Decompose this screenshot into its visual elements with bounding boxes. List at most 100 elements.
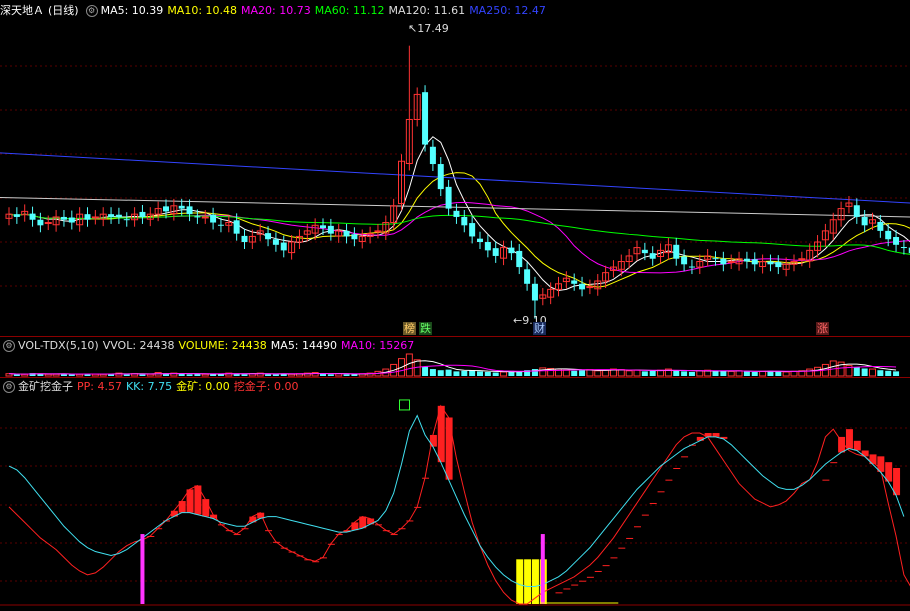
pp-bar — [649, 502, 657, 504]
marker-fall[interactable]: 跌 — [419, 322, 432, 335]
volume-bar — [13, 374, 20, 376]
volume-bar — [743, 371, 750, 376]
pp-bar — [712, 433, 720, 437]
candle-body — [477, 238, 483, 243]
candle-body — [461, 216, 468, 226]
volume-bar — [571, 370, 578, 376]
pp-bar — [406, 520, 414, 522]
candle-body — [84, 214, 91, 220]
legend-vol-ma10: MA10: 15267 — [341, 339, 415, 352]
candle-body — [44, 222, 52, 225]
chart-canvas[interactable] — [0, 0, 910, 611]
candle-body — [767, 261, 774, 265]
volume-bar — [429, 369, 436, 376]
pp-bar — [571, 584, 579, 586]
volume-bar — [562, 369, 570, 377]
volume-bar — [44, 373, 52, 377]
candle-body — [233, 220, 240, 234]
candle-body — [484, 242, 491, 251]
legend-volume: VOLUME: 24438 — [178, 339, 267, 352]
digger-indicator[interactable] — [0, 399, 910, 606]
stock-chart-window[interactable]: 深天地Ａ (日线) ⚙ MA5: 10.39 MA10: 10.48 MA20: 10.7… — [0, 0, 910, 611]
candle-body — [798, 258, 806, 261]
pp-bar — [822, 479, 830, 481]
candle-body — [422, 92, 429, 145]
volume-bar — [885, 370, 892, 376]
volume-bar — [869, 368, 876, 377]
pp-bar — [626, 537, 634, 539]
volume-bar — [52, 373, 60, 377]
candle-body — [775, 262, 782, 268]
candle-body — [327, 225, 334, 234]
marker-finance[interactable]: 财 — [533, 322, 546, 335]
candle-body — [68, 217, 75, 223]
candle-body — [210, 214, 217, 223]
volume-bar — [720, 371, 727, 376]
candle-body — [893, 237, 900, 245]
volume-bar — [602, 369, 610, 377]
candle-body — [163, 206, 169, 212]
volume-bar — [579, 370, 586, 376]
legend-pp: PP: 4.57 — [77, 380, 122, 393]
volume-bar — [437, 370, 444, 376]
settings-icon[interactable]: ⚙ — [3, 381, 15, 393]
pp-bar — [555, 592, 563, 594]
candle-body — [853, 205, 860, 217]
volume-bar — [265, 374, 272, 376]
volume-bar — [288, 373, 296, 377]
candle-body — [194, 216, 201, 218]
gold-bar — [524, 559, 532, 604]
candle-body — [29, 213, 36, 220]
digger-title[interactable]: 金矿挖金子 — [18, 380, 73, 393]
legend-vvol: VVOL: 24438 — [102, 339, 175, 352]
marker-rise[interactable]: 涨 — [816, 322, 829, 335]
pp-bar — [641, 514, 649, 516]
stock-name[interactable]: 深天地Ａ — [0, 4, 44, 17]
candle-body — [861, 216, 868, 226]
ma250-line — [0, 152, 910, 204]
volume-bar — [641, 371, 648, 376]
pp-bar — [202, 499, 210, 517]
volume-bar — [759, 370, 767, 377]
candle-body — [108, 214, 115, 217]
volume-bar — [853, 367, 860, 376]
pp-bar — [602, 565, 610, 567]
candlesticks[interactable] — [5, 45, 910, 319]
volume-ma5-line — [8, 360, 897, 375]
volume-bar — [445, 369, 452, 376]
candle-body — [217, 224, 224, 226]
marker-rank[interactable]: 榜 — [403, 322, 416, 335]
stock-period[interactable]: (日线) — [48, 4, 79, 17]
volume-bar — [751, 371, 758, 376]
legend-ma5: MA5: 10.39 — [100, 4, 164, 17]
gold-bar — [516, 559, 524, 604]
digger-legend: ⚙ 金矿挖金子 PP: 4.57 KK: 7.75 金矿: 0.00 挖金子: 0.00 — [0, 378, 303, 396]
candle-body — [429, 146, 436, 165]
volume-bar — [453, 371, 460, 376]
candle-body — [727, 261, 735, 264]
candle-body — [123, 219, 130, 221]
candle-body — [437, 164, 444, 190]
settings-icon[interactable]: ⚙ — [3, 340, 15, 352]
candle-body — [516, 250, 523, 268]
volume-bars[interactable] — [5, 353, 900, 377]
settings-icon[interactable]: ⚙ — [85, 5, 98, 17]
volume-bar — [594, 370, 602, 377]
volume-bar — [782, 371, 790, 377]
candle-body — [201, 216, 209, 219]
volume-bar — [712, 370, 719, 376]
volume-title[interactable]: VOL-TDX(5,10) — [18, 339, 99, 352]
volume-bar — [673, 370, 680, 376]
volume-bar — [477, 371, 483, 376]
volume-bar — [633, 369, 641, 377]
candle-body — [492, 248, 499, 256]
volume-ma10-line — [8, 364, 897, 375]
candle-body — [343, 230, 350, 237]
volume-bar — [790, 370, 798, 377]
volume-legend: ⚙ VOL-TDX(5,10) VVOL: 24438 VOLUME: 24438 MA… — [0, 337, 418, 355]
volume-bar — [727, 370, 735, 377]
legend-dig: 挖金子: 0.00 — [233, 380, 299, 393]
candle-body — [139, 211, 146, 217]
pp-bar — [681, 456, 689, 458]
volume-bar — [806, 368, 814, 377]
